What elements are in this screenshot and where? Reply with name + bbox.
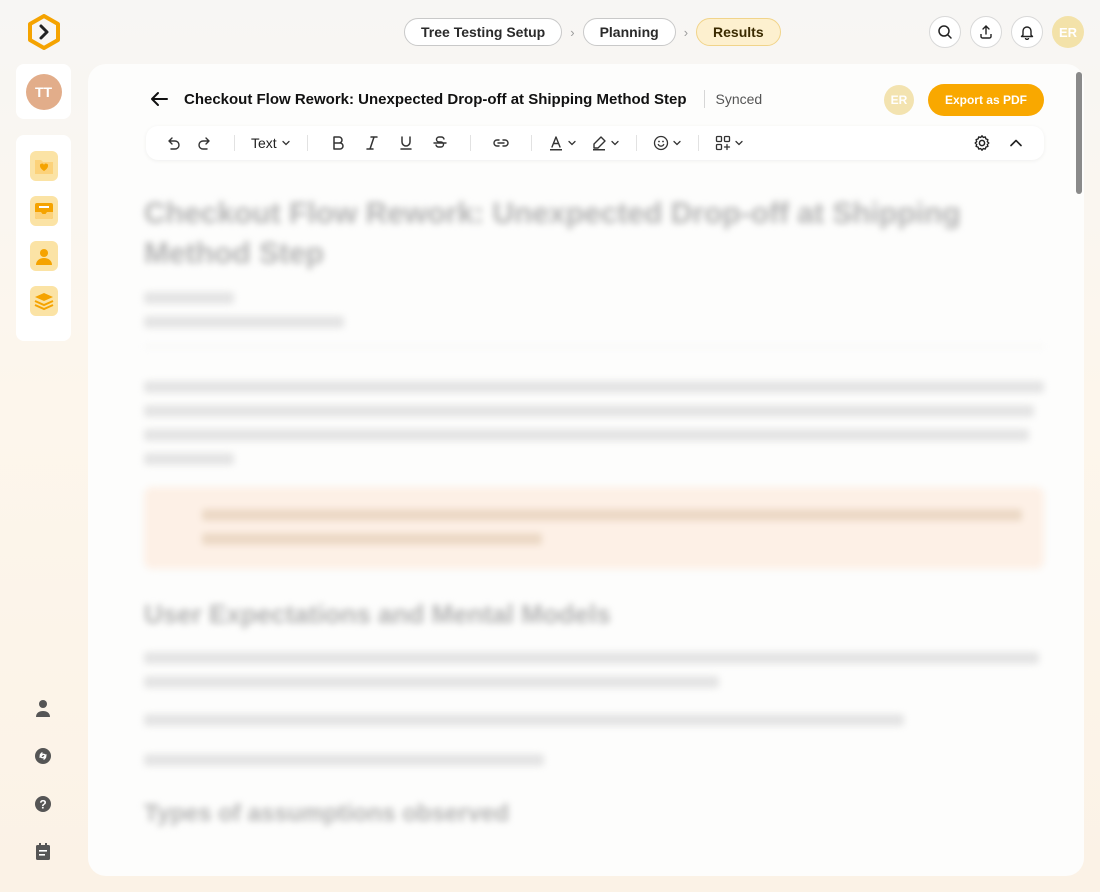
upload-button[interactable] (970, 16, 1002, 48)
collapse-toolbar-button[interactable] (1002, 129, 1030, 157)
folder-heart-icon (34, 160, 53, 174)
user-card-icon (35, 249, 52, 265)
notes-icon[interactable] (34, 842, 52, 862)
blurred-line (144, 381, 1044, 393)
link-icon[interactable] (33, 746, 53, 766)
blurred-line (144, 453, 234, 465)
chevron-down-icon (568, 140, 576, 146)
italic-icon (365, 136, 378, 150)
blurred-line (144, 676, 719, 688)
bold-button[interactable] (324, 129, 352, 157)
undo-button[interactable] (160, 129, 186, 157)
toolbar-divider (530, 135, 532, 151)
app-logo-icon[interactable] (26, 14, 62, 50)
bold-icon (332, 136, 344, 150)
document-heading: Checkout Flow Rework: Unexpected Drop-of… (144, 197, 961, 270)
blurred-line (144, 714, 904, 726)
sidebar-nav (16, 135, 71, 341)
sync-status: Synced (715, 91, 763, 107)
layers-icon (34, 293, 53, 311)
chevron-up-icon (1010, 139, 1022, 147)
emoji-dropdown[interactable] (653, 129, 682, 157)
user-avatar[interactable]: ER (1052, 16, 1084, 48)
toolbar-divider (697, 135, 699, 151)
redo-icon (198, 137, 210, 150)
chevron-down-icon (673, 140, 681, 146)
gear-icon (974, 135, 990, 151)
text-style-dropdown[interactable]: Text (251, 129, 291, 157)
collaborator-avatar[interactable]: ER (883, 85, 914, 115)
help-icon[interactable]: ? (33, 794, 53, 814)
callout-block (144, 487, 1044, 569)
underline-icon (399, 136, 412, 150)
italic-button[interactable] (358, 129, 386, 157)
insert-block-dropdown[interactable] (715, 129, 744, 157)
sidebar-item-projects[interactable] (29, 151, 58, 181)
document-body: Checkout Flow Rework: Unexpected Drop-of… (144, 194, 1044, 828)
header-divider (703, 90, 705, 108)
document-panel: Checkout Flow Rework: Unexpected Drop-of… (88, 64, 1084, 876)
toolbar-divider (234, 135, 235, 151)
inbox-icon (34, 203, 53, 219)
chevron-right-icon: › (683, 24, 689, 40)
back-arrow-icon[interactable] (148, 88, 170, 110)
sidebar-item-library[interactable] (29, 286, 58, 316)
text-color-dropdown[interactable] (548, 129, 577, 157)
breadcrumb: Tree Testing Setup › Planning › Results (404, 18, 781, 46)
blurred-line (202, 509, 1022, 521)
chevron-down-icon (735, 140, 743, 146)
sidebar-item-participants[interactable] (29, 241, 58, 271)
scrollbar[interactable] (1076, 72, 1082, 194)
svg-text:?: ? (39, 798, 46, 812)
export-pdf-button[interactable]: Export as PDF (927, 84, 1044, 116)
chevron-down-icon (611, 140, 619, 146)
toolbar-divider (306, 135, 308, 151)
workspace-avatar[interactable]: TT (25, 73, 62, 110)
section-heading: Types of assumptions observed (144, 800, 509, 827)
breadcrumb-tree-testing-setup[interactable]: Tree Testing Setup (404, 18, 563, 46)
underline-button[interactable] (392, 129, 420, 157)
strikethrough-button[interactable] (426, 129, 454, 157)
blurred-line (144, 316, 344, 328)
top-actions: ER (929, 16, 1084, 48)
breadcrumb-planning[interactable]: Planning (582, 18, 676, 46)
sidebar-profile: TT (16, 64, 71, 119)
bell-icon (1020, 26, 1034, 40)
redo-button[interactable] (192, 129, 218, 157)
section-heading: User Expectations and Mental Models (144, 599, 611, 629)
chevron-down-icon (282, 140, 290, 146)
breadcrumb-results[interactable]: Results (696, 18, 781, 46)
highlighter-icon (592, 136, 606, 151)
blurred-line (144, 754, 544, 766)
blurred-line (144, 429, 1029, 441)
document-actions: ER Export as PDF (883, 84, 1044, 116)
link-button[interactable] (487, 129, 515, 157)
search-icon (938, 25, 952, 39)
notifications-button[interactable] (1011, 16, 1043, 48)
blocks-add-icon (715, 135, 730, 151)
toolbar-divider (635, 135, 637, 151)
search-button[interactable] (929, 16, 961, 48)
settings-button[interactable] (968, 129, 996, 157)
toolbar-divider (469, 135, 471, 151)
chevron-right-icon: › (570, 24, 575, 40)
link-icon (493, 139, 509, 147)
undo-icon (168, 137, 180, 150)
sidebar-item-inbox[interactable] (29, 196, 58, 226)
person-icon[interactable] (34, 698, 52, 718)
text-color-icon (549, 136, 562, 151)
content-divider (144, 346, 1044, 347)
highlight-dropdown[interactable] (591, 129, 620, 157)
blurred-line (144, 405, 1034, 417)
blurred-line (144, 652, 1039, 664)
emoji-icon (653, 135, 668, 151)
document-title: Checkout Flow Rework: Unexpected Drop-of… (184, 90, 687, 108)
sidebar-bottom: ? (28, 698, 58, 862)
upload-icon (980, 25, 992, 39)
blurred-line (144, 292, 234, 304)
strikethrough-icon (432, 136, 447, 148)
blurred-line (202, 533, 542, 545)
editor-toolbar: Text (146, 126, 1044, 160)
text-style-label: Text (251, 135, 277, 151)
